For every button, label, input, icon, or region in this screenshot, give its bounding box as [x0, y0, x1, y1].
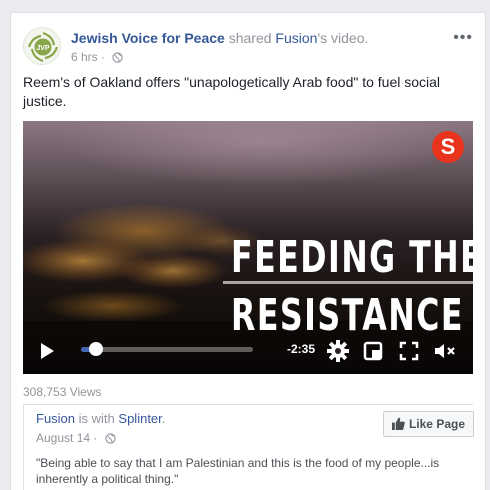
like-page-button[interactable]: Like Page	[382, 411, 474, 437]
page-name-link[interactable]: Jewish Voice for Peace	[71, 30, 225, 46]
jvp-logo-icon: JVP	[27, 31, 59, 63]
play-icon[interactable]	[39, 342, 55, 360]
video-title-overlay: FEEDING THE RESISTANCE	[231, 236, 473, 338]
with-text: is with	[78, 411, 115, 426]
original-post-block: Fusion is with Splinter. August 14 · Lik…	[23, 405, 474, 490]
video-title-line1: FEEDING THE	[231, 232, 473, 283]
post-card: JVP Jewish Voice for Peace shared Fusion…	[10, 12, 486, 490]
post-timestamp[interactable]: 6 hrs	[71, 50, 98, 64]
tagged-period: .	[161, 411, 166, 426]
progress-bar[interactable]	[81, 342, 253, 356]
original-post-meta: August 14 ·	[36, 431, 116, 445]
post-header: JVP Jewish Voice for Peace shared Fusion…	[23, 25, 473, 69]
shared-suffix: 's video.	[317, 30, 369, 46]
post-headline: Jewish Voice for Peace shared Fusion's v…	[71, 30, 368, 46]
post-meta: 6 hrs ·	[71, 50, 124, 64]
original-post-date[interactable]: August 14	[36, 431, 90, 445]
fullscreen-icon[interactable]	[399, 341, 419, 361]
tagged-page-link[interactable]: Splinter	[118, 411, 161, 426]
like-page-label: Like Page	[408, 417, 465, 431]
video-player[interactable]: FEEDING THE RESISTANCE S -2:35	[23, 121, 473, 374]
time-remaining: -2:35	[287, 342, 316, 356]
meta-separator: ·	[101, 50, 106, 64]
volume-muted-icon[interactable]	[433, 341, 457, 361]
post-body-text: Reem's of Oakland offers "unapologetical…	[23, 74, 441, 109]
avatar-text: JVP	[36, 45, 50, 52]
original-post-headline: Fusion is with Splinter.	[36, 411, 165, 426]
progress-scrubber[interactable]	[89, 342, 104, 356]
thumbs-up-icon	[391, 417, 405, 430]
original-author-link[interactable]: Fusion	[36, 411, 75, 426]
shared-text: shared	[228, 30, 272, 46]
page-avatar[interactable]: JVP	[23, 27, 61, 65]
shared-source-link[interactable]: Fusion	[275, 30, 317, 46]
brand-badge-icon: S	[432, 131, 464, 163]
meta-separator: ·	[93, 431, 98, 445]
post-options-icon[interactable]: •••	[453, 29, 473, 47]
globe-icon[interactable]	[112, 52, 124, 63]
settings-gear-icon[interactable]	[327, 340, 349, 362]
embed-square-icon[interactable]	[363, 341, 383, 361]
original-post-quote: "Being able to say that I am Palestinian…	[36, 456, 440, 486]
video-controls: -2:35	[23, 333, 473, 374]
globe-icon[interactable]	[105, 433, 116, 444]
view-count: 308,753 Views	[23, 385, 102, 399]
video-title-line2: RESISTANCE	[231, 290, 464, 341]
